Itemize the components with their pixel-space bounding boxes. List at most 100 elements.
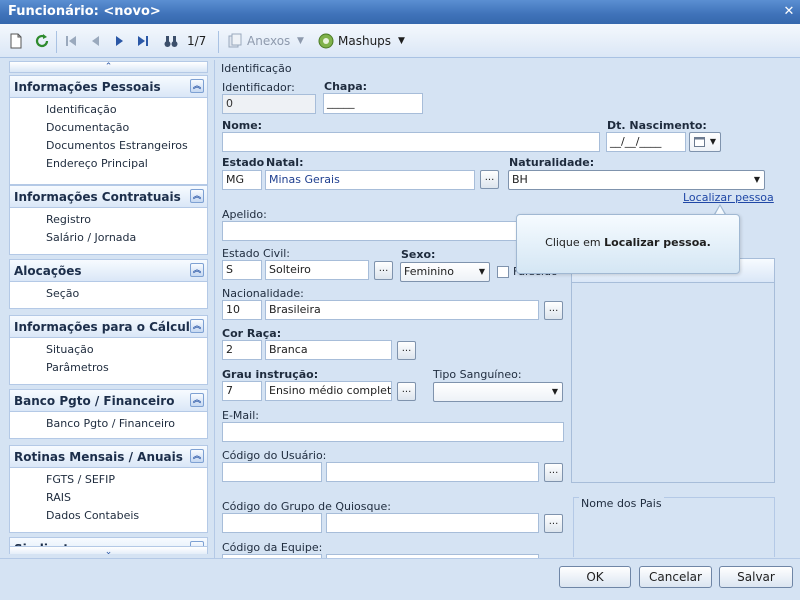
nav-group-informacoes-calculo: Informações para o Cálculo ︽ Situação Par… (9, 315, 208, 385)
chevron-down-icon: ▼ (709, 137, 716, 146)
record-counter: 1/7 (187, 34, 207, 48)
codigo-grupo-quiosque-label: Código do Grupo de Quiosque: (222, 500, 391, 513)
save-button[interactable]: Salvar (719, 566, 793, 588)
previous-record-icon[interactable] (88, 33, 104, 49)
codigo-usuario-field[interactable] (222, 462, 322, 482)
next-record-icon[interactable] (111, 33, 127, 49)
sidebar-item-fgts-sefip[interactable]: FGTS / SEFIP (10, 471, 207, 489)
chevron-down-icon: ▼ (753, 175, 760, 184)
localizar-pessoa-link[interactable]: Localizar pessoa (683, 191, 774, 204)
nacionalidade-label: Nacionalidade: (222, 287, 304, 300)
dt-nascimento-field[interactable]: __/__/____ (606, 132, 686, 152)
sidebar-item-salario-jornada[interactable]: Salário / Jornada (10, 229, 207, 247)
attachments-button[interactable]: Anexos (247, 32, 290, 50)
collapse-icon[interactable]: ︽ (190, 263, 204, 277)
chapa-label: Chapa: (324, 80, 368, 93)
collapse-icon[interactable]: ︽ (190, 79, 204, 93)
falecido-checkbox[interactable] (497, 266, 509, 278)
sidebar-item-identificacao[interactable]: Identificação (10, 101, 207, 119)
chevron-down-icon: ▼ (478, 267, 485, 276)
nav-scroll-down-icon[interactable]: ⌄ (9, 546, 208, 554)
chevron-down-icon[interactable]: ▼ (297, 32, 304, 50)
calendar-button[interactable]: ▼ (689, 132, 721, 152)
tooltip-text: Clique em (545, 236, 605, 249)
codigo-grupo-quiosque-lookup-button[interactable]: ... (544, 514, 563, 533)
email-field[interactable] (222, 422, 564, 442)
cor-raca-label: Cor Raça: (222, 327, 282, 340)
binoculars-icon[interactable] (163, 33, 179, 49)
grau-instrucao-label: Grau instrução: (222, 368, 319, 381)
grau-instrucao-name-field[interactable]: Ensino médio completo (265, 381, 392, 401)
sidebar-item-rais[interactable]: RAIS (10, 489, 207, 507)
nacionalidade-code-field[interactable]: 10 (222, 300, 262, 320)
estado-natal-code-field[interactable]: MG (222, 170, 262, 190)
refresh-icon[interactable] (34, 33, 50, 49)
nav-group-header[interactable]: Informações para o Cálculo ︽ (10, 316, 207, 338)
nav-group-rotinas-mensais: Rotinas Mensais / Anuais ︽ FGTS / SEFIP R… (9, 445, 208, 533)
collapse-icon[interactable]: ︽ (190, 449, 204, 463)
apelido-label: Apelido: (222, 208, 267, 221)
natal-label: Natal: (266, 156, 304, 169)
nav-scroll-up-icon[interactable]: ⌃ (9, 61, 208, 73)
nav-group-header[interactable]: Alocações ︽ (10, 260, 207, 282)
sidebar-item-banco-pgto-financeiro[interactable]: Banco Pgto / Financeiro (10, 415, 207, 433)
nome-pais-label: Nome dos Pais (579, 497, 664, 510)
estado-natal-lookup-button[interactable]: ... (480, 170, 499, 189)
sidebar-item-secao[interactable]: Seção (10, 285, 207, 303)
nav-group-header[interactable]: Informações Contratuais ︽ (10, 186, 207, 208)
sexo-select[interactable]: Feminino ▼ (400, 262, 490, 282)
close-icon[interactable]: ✕ (781, 4, 797, 20)
sidebar-item-situacao[interactable]: Situação (10, 341, 207, 359)
sidebar-item-dados-contabeis[interactable]: Dados Contabeis (10, 507, 207, 525)
cor-raca-code-field[interactable]: 2 (222, 340, 262, 360)
identificador-field[interactable]: 0 (222, 94, 316, 114)
cancel-button[interactable]: Cancelar (639, 566, 712, 588)
sidebar-item-documentacao[interactable]: Documentação (10, 119, 207, 137)
nome-label: Nome: (222, 119, 263, 132)
nav-group-informacoes-pessoais: Informações Pessoais ︽ Identificação Docu… (9, 75, 208, 185)
ok-button[interactable]: OK (559, 566, 631, 588)
estado-civil-lookup-button[interactable]: ... (374, 261, 393, 280)
estado-civil-code-field[interactable]: S (222, 260, 262, 280)
collapse-icon[interactable]: ︽ (190, 189, 204, 203)
mashups-icon (318, 33, 334, 49)
nav-group-header[interactable]: Rotinas Mensais / Anuais ︽ (10, 446, 207, 468)
estado-natal-name-field[interactable]: Minas Gerais (265, 170, 475, 190)
codigo-grupo-quiosque-name-field[interactable] (326, 513, 539, 533)
last-record-icon[interactable] (135, 33, 151, 49)
chevron-down-icon[interactable]: ▼ (398, 32, 405, 50)
chapa-field[interactable]: _____ (323, 93, 423, 114)
estado-civil-name-field[interactable]: Solteiro (265, 260, 369, 280)
collapse-icon[interactable]: ︽ (190, 319, 204, 333)
tooltip: Clique em Localizar pessoa. (516, 214, 740, 274)
tooltip-emphasis: Localizar pessoa. (604, 236, 711, 249)
naturalidade-select[interactable]: BH ▼ (508, 170, 765, 190)
collapse-icon[interactable]: ︽ (190, 393, 204, 407)
cor-raca-lookup-button[interactable]: ... (397, 341, 416, 360)
grau-instrucao-lookup-button[interactable]: ... (397, 382, 416, 401)
sidebar-item-endereco-principal[interactable]: Endereço Principal (10, 155, 207, 173)
codigo-usuario-lookup-button[interactable]: ... (544, 463, 563, 482)
mashups-button[interactable]: Mashups (338, 32, 391, 50)
codigo-usuario-label: Código do Usuário: (222, 449, 327, 462)
toolbar: 1/7 Anexos ▼ Mashups ▼ (0, 24, 800, 58)
sidebar-item-parametros[interactable]: Parâmetros (10, 359, 207, 377)
nav-group-header[interactable]: Informações Pessoais ︽ (10, 76, 207, 98)
nav-group-header[interactable]: Banco Pgto / Financeiro ︽ (10, 390, 207, 412)
chevron-down-icon: ▼ (551, 387, 558, 396)
nome-field[interactable] (222, 132, 600, 152)
nacionalidade-lookup-button[interactable]: ... (544, 301, 563, 320)
nacionalidade-name-field[interactable]: Brasileira (265, 300, 539, 320)
apelido-field[interactable] (222, 221, 522, 241)
sidebar-item-registro[interactable]: Registro (10, 211, 207, 229)
codigo-grupo-quiosque-field[interactable] (222, 513, 322, 533)
sidebar-nav: ⌃ Informações Pessoais ︽ Identificação Do… (8, 60, 209, 554)
codigo-usuario-name-field[interactable] (326, 462, 539, 482)
cor-raca-name-field[interactable]: Branca (265, 340, 392, 360)
tipo-sanguineo-select[interactable]: ▼ (433, 382, 563, 402)
nav-group-alocacoes: Alocações ︽ Seção (9, 259, 208, 309)
first-record-icon[interactable] (63, 33, 79, 49)
new-record-icon[interactable] (8, 33, 24, 49)
sidebar-item-documentos-estrangeiros[interactable]: Documentos Estrangeiros (10, 137, 207, 155)
grau-instrucao-code-field[interactable]: 7 (222, 381, 262, 401)
